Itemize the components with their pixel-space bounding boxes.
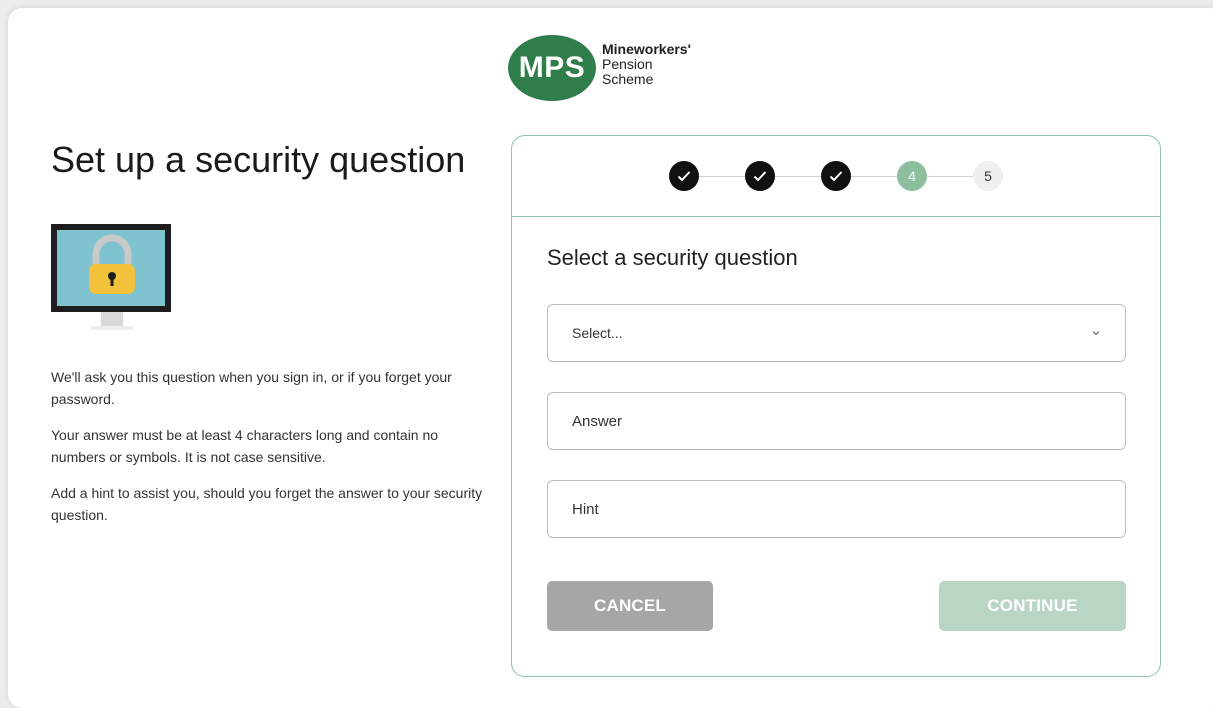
page-title: Set up a security question [51,139,466,180]
step-5-upcoming: 5 [973,161,1003,191]
logo-badge: MPS [508,35,596,101]
step-4-current: 4 [897,161,927,191]
mps-logo: MPS Mineworkers' Pension Scheme [508,33,691,103]
logo-line-3: Scheme [602,70,654,87]
form-title: Select a security question [547,245,798,270]
step-3-complete [821,161,851,191]
step-1-complete [669,161,699,191]
step-connector [699,175,745,177]
check-icon [829,171,843,182]
step-2-complete [745,161,775,191]
chevron-down-icon [1092,331,1100,336]
instruction-1: We'll ask you this question when you sig… [51,369,452,407]
cancel-button[interactable]: CANCEL [547,581,713,631]
instruction-3: Add a hint to assist you, should you for… [51,485,483,523]
logo-line-2: Pension [602,55,653,72]
logo-line-1: Mineworkers' [602,40,691,57]
hint-input[interactable] [547,480,1126,538]
check-icon [677,171,691,182]
select-value: Select... [572,325,623,341]
security-question-card: 4 5 Select a security question Select...… [511,135,1161,677]
step-connector [851,175,897,177]
continue-button[interactable]: CONTINUE [939,581,1126,631]
check-icon [753,171,767,182]
page: MPS Mineworkers' Pension Scheme Set up a… [8,8,1213,708]
form-actions: CANCEL CONTINUE [547,581,1126,631]
step-connector [775,175,821,177]
instructions: We'll ask you this question when you sig… [51,366,491,526]
form-body: Select a security question Select... CAN… [512,217,1160,631]
instruction-2: Your answer must be at least 4 character… [51,427,439,465]
answer-input[interactable] [547,392,1126,450]
info-panel: Set up a security question We'll ask you… [51,136,491,540]
logo-wordmark: Mineworkers' Pension Scheme [602,40,691,87]
step-connector [927,175,973,177]
security-question-select[interactable]: Select... [547,304,1126,362]
progress-stepper: 4 5 [512,136,1160,217]
monitor-padlock-icon [51,224,173,336]
